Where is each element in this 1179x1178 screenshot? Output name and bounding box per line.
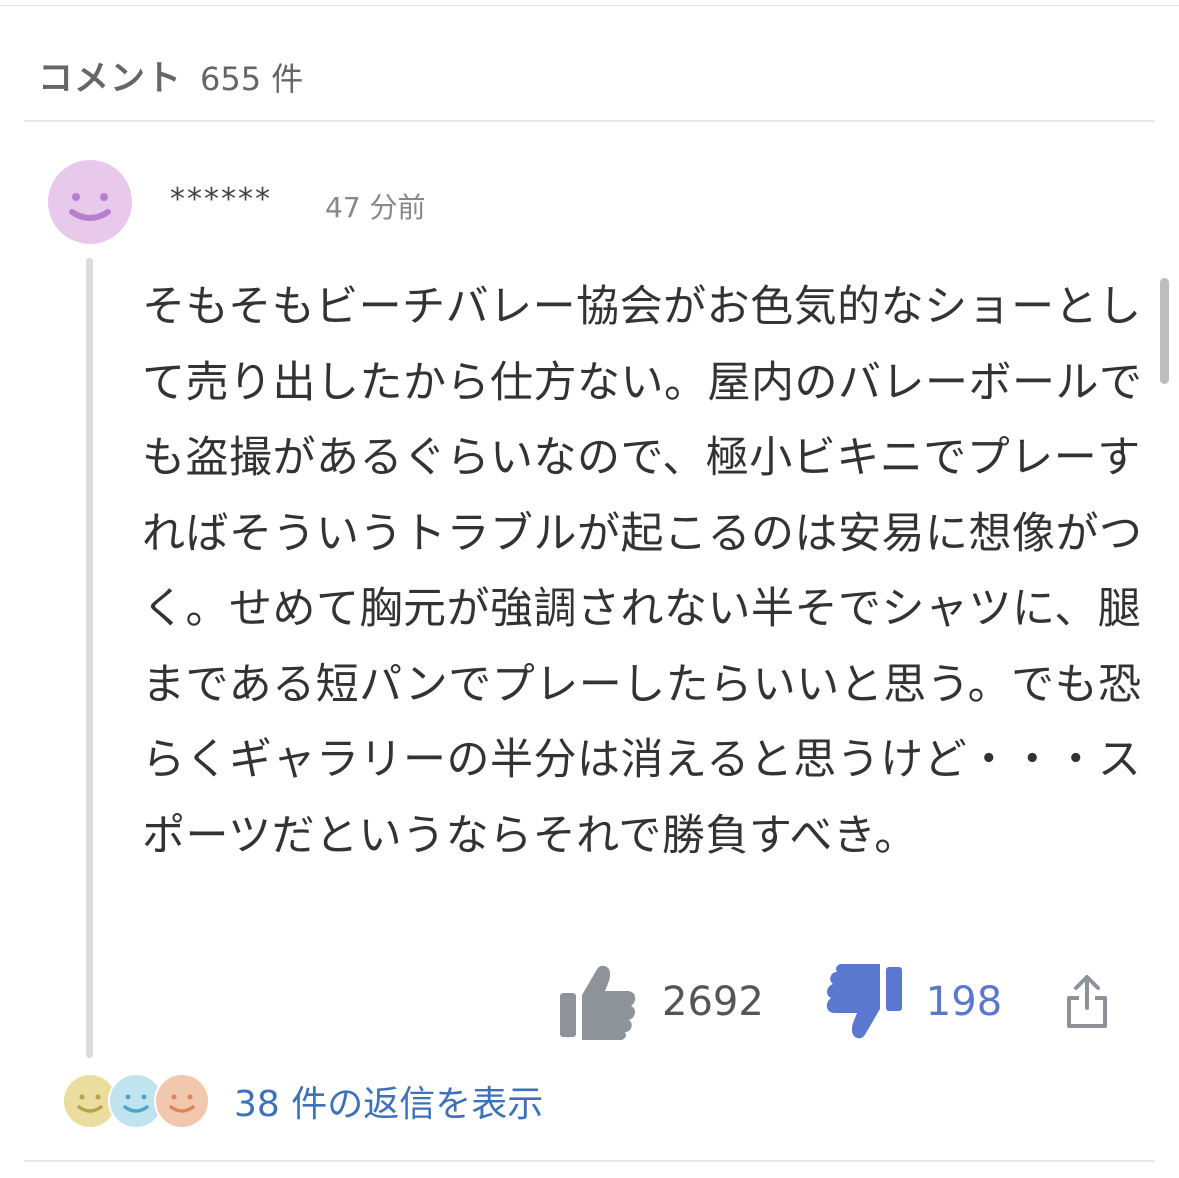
- smiley-avatar-icon: [169, 1094, 195, 1113]
- comments-count: 655 件: [200, 60, 304, 98]
- dislike-count: 198: [925, 979, 1003, 1025]
- comment-timestamp: 47 分前: [325, 191, 426, 224]
- dislike-button[interactable]: [822, 961, 904, 1043]
- top-rule: [0, 5, 1179, 6]
- comment-divider: [24, 1160, 1155, 1162]
- comment-username[interactable]: ******: [170, 182, 272, 217]
- avatar[interactable]: [48, 160, 132, 244]
- comments-title: コメント: [38, 59, 183, 99]
- scrollbar[interactable]: [1160, 278, 1169, 384]
- thumbs-down-icon: [826, 964, 902, 1039]
- share-button[interactable]: [1064, 974, 1110, 1030]
- thread-line: [86, 258, 93, 1058]
- show-replies-label[interactable]: 38 件の返信を表示: [234, 1075, 543, 1127]
- like-count: 2692: [662, 979, 764, 1025]
- share-icon: [1067, 975, 1108, 1028]
- thumbs-up-icon: [560, 965, 636, 1040]
- show-replies-link[interactable]: 38 件の返信を表示: [62, 1072, 543, 1130]
- like-button[interactable]: [558, 961, 640, 1043]
- smiley-avatar-icon: [69, 193, 111, 221]
- comments-header: コメント 655 件: [38, 50, 303, 102]
- comment-body: そもそもビーチバレー協会がお色気的なショーとして売り出したから仕方ない。屋内のバ…: [142, 282, 1143, 861]
- comment-actions: 2692 198: [558, 962, 1110, 1042]
- header-divider: [24, 120, 1155, 122]
- reply-avatar: [154, 1073, 210, 1129]
- reply-avatars: [62, 1073, 210, 1129]
